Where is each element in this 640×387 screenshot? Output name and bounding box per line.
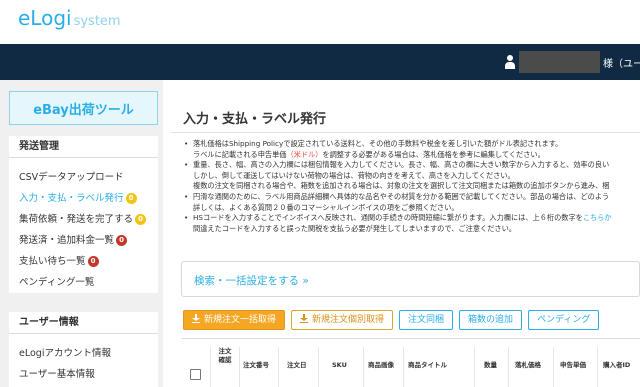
sidebar-heading-shipping: 発送管理 (9, 136, 158, 158)
sidebar-item-input-pay-label[interactable]: 入力・支払・ラベル発行 0 (9, 188, 158, 209)
note-item: 詳しくは、よくある質問２０番のコマーシャルインボイスの項をご参照ください。 (193, 202, 459, 212)
column-divider (474, 347, 475, 387)
select-all-checkbox[interactable] (190, 369, 201, 380)
note-item: 複数の注文を同梱される場合や、箱数を追加される場合は、対象の注文を選択して注文同… (193, 181, 610, 191)
note-item: 円滑な通関のために、ラベル用商品詳細欄へ具体的な品名やその材質を分かる範囲で記載… (183, 192, 640, 203)
column-header-quantity: 数量 (484, 361, 497, 369)
title-divider (171, 132, 640, 133)
search-bulk-settings-link[interactable]: 検索・一括設定をする » (194, 273, 309, 288)
user-name-redacted (519, 51, 600, 73)
column-divider (278, 347, 279, 387)
single-fetch-order-button[interactable]: 新規注文個別取得 (291, 310, 394, 330)
note-item: 落札価格はShipping Policyで設定されている送料と、その他の手数料や… (183, 139, 640, 150)
column-header-item-image: 商品画像 (368, 361, 394, 369)
column-divider (553, 347, 554, 387)
sidebar-section-shipping: 発送管理 CSVデータアップロード 入力・支払・ラベル発行 0 集荷依頼・発送を完… (9, 136, 158, 293)
action-toolbar: 新規注文一括取得 新規注文個別取得 注文同梱 箱数の追加 ペンディング (183, 310, 600, 332)
search-panel: 検索・一括設定をする » (181, 261, 640, 297)
sidebar-item-user-basic-info[interactable]: ユーザー基本情報 (9, 364, 158, 385)
column-header-order-number: 注文番号 (243, 361, 269, 369)
column-divider (508, 347, 509, 387)
note-item: しかし、倒して運送してはいけない荷物の場合は、荷物の向きを考えて、高さを入力して… (193, 170, 515, 180)
sidebar-heading-user: ユーザー情報 (9, 312, 158, 334)
page-title: 入力・支払・ラベル発行 (183, 112, 327, 127)
sidebar-item-account-info[interactable]: eLogiアカウント情報 (9, 343, 158, 364)
logo-main: eLogi (18, 6, 72, 30)
main-content: 入力・支払・ラベル発行 落札価格はShipping Policyで設定されている… (171, 80, 640, 387)
count-badge: 0 (87, 256, 99, 267)
column-divider (363, 347, 364, 387)
download-icon (300, 314, 309, 323)
orders-table-header: 注文 確認 注文番号 注文日 SKU 商品画像 商品タイトル 数量 落札価格 申… (181, 338, 640, 387)
combine-orders-button[interactable]: 注文同梱 (399, 310, 454, 330)
sidebar: eBay出荷ツール 発送管理 CSVデータアップロード 入力・支払・ラベル発行 0… (0, 80, 163, 387)
note-item: HSコードを入力することでインボイスへ反映され、通関の手続きの時間短縮に繋がりま… (183, 213, 640, 224)
column-header-sale-price: 落札価格 (515, 361, 541, 369)
column-header-buyer-id: 購入者ID (603, 361, 631, 369)
user-suffix[interactable]: 様（ユー (603, 55, 640, 70)
hs-code-link[interactable]: こちらか (583, 213, 612, 222)
column-header-declared-price: 申告単価 (560, 361, 586, 369)
count-badge: 0 (116, 235, 128, 246)
column-divider (239, 347, 240, 387)
bulk-fetch-orders-button[interactable]: 新規注文一括取得 (183, 310, 286, 330)
top-bar: eLogi system (0, 0, 640, 44)
count-badge: 0 (135, 214, 147, 225)
sidebar-item-payment-pending[interactable]: 支払い待ち一覧 0 (9, 251, 158, 272)
column-header-confirm: 注文 確認 (218, 347, 232, 364)
note-item: ラベルに記載される申告単価（米ドル）を調整する必要がある場合は、落札価格を参考に… (193, 149, 545, 159)
column-header-sku: SKU (332, 361, 347, 369)
column-divider (403, 347, 404, 387)
logo-sub: system (73, 14, 121, 29)
user-icon (505, 55, 515, 69)
sidebar-section-user: ユーザー情報 eLogiアカウント情報 ユーザー基本情報 (9, 312, 158, 387)
sidebar-title[interactable]: eBay出荷ツール (9, 91, 158, 125)
column-divider (318, 347, 319, 387)
navbar: 様（ユー (0, 44, 640, 80)
app-logo[interactable]: eLogi system (18, 6, 121, 30)
sidebar-item-pending-list[interactable]: ペンディング一覧 (9, 272, 158, 293)
column-divider (210, 347, 211, 387)
count-badge: 0 (125, 193, 137, 204)
sidebar-item-csv-upload[interactable]: CSVデータアップロード (9, 167, 158, 188)
column-header-item-title: 商品タイトル (408, 361, 447, 369)
note-item: 重量、長さ、幅、高さの入力欄には梱包情報を入力してください。長さ、幅、高さの欄に… (183, 160, 640, 171)
note-item: 間違えたコードを入力すると誤った関税を支払う必要が発生してしまいますので、ご注意… (193, 223, 516, 233)
notes-list: 落札価格はShipping Policyで設定されている送料と、その他の手数料や… (183, 139, 640, 234)
column-divider (597, 347, 598, 387)
pending-button[interactable]: ペンディング (528, 310, 600, 330)
column-header-order-date: 注文日 (287, 361, 307, 369)
sidebar-item-pickup-complete[interactable]: 集荷依頼・発送を完了する 0 (9, 209, 158, 230)
add-box-button[interactable]: 箱数の追加 (459, 310, 523, 330)
sidebar-item-shipped-list[interactable]: 発送済・追加料金一覧 0 (9, 230, 158, 251)
download-icon (192, 314, 200, 323)
